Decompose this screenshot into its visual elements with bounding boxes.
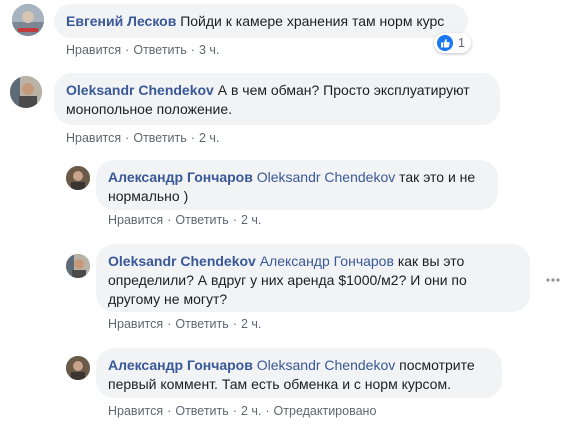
like-button[interactable]: Нравится bbox=[66, 131, 121, 145]
like-icon bbox=[437, 35, 453, 51]
reply-bubble: Александр Гончаров Oleksandr Chendekov п… bbox=[96, 348, 502, 398]
mention-link[interactable]: Oleksandr Chendekov bbox=[257, 169, 396, 185]
comment-text: Пойди к камере хранения там норм курс bbox=[180, 13, 445, 29]
reaction-number: 1 bbox=[458, 36, 465, 50]
reply-button[interactable]: Ответить bbox=[175, 404, 228, 418]
comment-actions: Нравится · Ответить · 3 ч. bbox=[66, 43, 220, 57]
comment-bubble: Oleksandr Chendekov А в чем обман? Прост… bbox=[54, 73, 500, 125]
timestamp[interactable]: 2 ч. bbox=[241, 213, 261, 227]
reply-actions: Нравится · Ответить · 2 ч. bbox=[108, 317, 262, 331]
like-button[interactable]: Нравится bbox=[66, 43, 121, 57]
mention-link[interactable]: Александр Гончаров bbox=[260, 253, 394, 269]
timestamp[interactable]: 2 ч. bbox=[241, 404, 261, 418]
avatar[interactable] bbox=[66, 254, 90, 278]
avatar[interactable] bbox=[12, 4, 44, 36]
timestamp[interactable]: 2 ч. bbox=[199, 131, 219, 145]
timestamp[interactable]: 2 ч. bbox=[241, 317, 261, 331]
avatar[interactable] bbox=[66, 166, 90, 190]
more-options-icon[interactable] bbox=[545, 272, 561, 288]
edited-label[interactable]: Отредактировано bbox=[274, 404, 377, 418]
avatar[interactable] bbox=[10, 76, 42, 108]
like-button[interactable]: Нравится bbox=[108, 317, 163, 331]
reply-button[interactable]: Ответить bbox=[133, 43, 186, 57]
comment-author[interactable]: Евгений Лесков bbox=[66, 13, 176, 29]
reply-author[interactable]: Александр Гончаров bbox=[108, 357, 253, 373]
comment-bubble: Евгений Лесков Пойди к камере хранения т… bbox=[54, 4, 468, 38]
reply-actions: Нравится · Ответить · 2 ч. bbox=[108, 213, 262, 227]
timestamp[interactable]: 3 ч. bbox=[199, 43, 219, 57]
like-button[interactable]: Нравится bbox=[108, 213, 163, 227]
comment-author[interactable]: Oleksandr Chendekov bbox=[66, 82, 214, 98]
reaction-count[interactable]: 1 bbox=[434, 33, 471, 53]
comment-actions: Нравится · Ответить · 2 ч. bbox=[66, 131, 220, 145]
reply-bubble: Александр Гончаров Oleksandr Chendekov т… bbox=[96, 160, 498, 210]
mention-link[interactable]: Oleksandr Chendekov bbox=[257, 357, 396, 373]
avatar[interactable] bbox=[66, 356, 90, 380]
reply-button[interactable]: Ответить bbox=[133, 131, 186, 145]
reply-bubble: Oleksandr Chendekov Александр Гончаров к… bbox=[96, 244, 530, 312]
like-button[interactable]: Нравится bbox=[108, 404, 163, 418]
reply-author[interactable]: Oleksandr Chendekov bbox=[108, 253, 256, 269]
reply-author[interactable]: Александр Гончаров bbox=[108, 169, 253, 185]
reply-button[interactable]: Ответить bbox=[175, 213, 228, 227]
reply-actions: Нравится · Ответить · 2 ч. · Отредактировано bbox=[108, 404, 377, 418]
reply-button[interactable]: Ответить bbox=[175, 317, 228, 331]
